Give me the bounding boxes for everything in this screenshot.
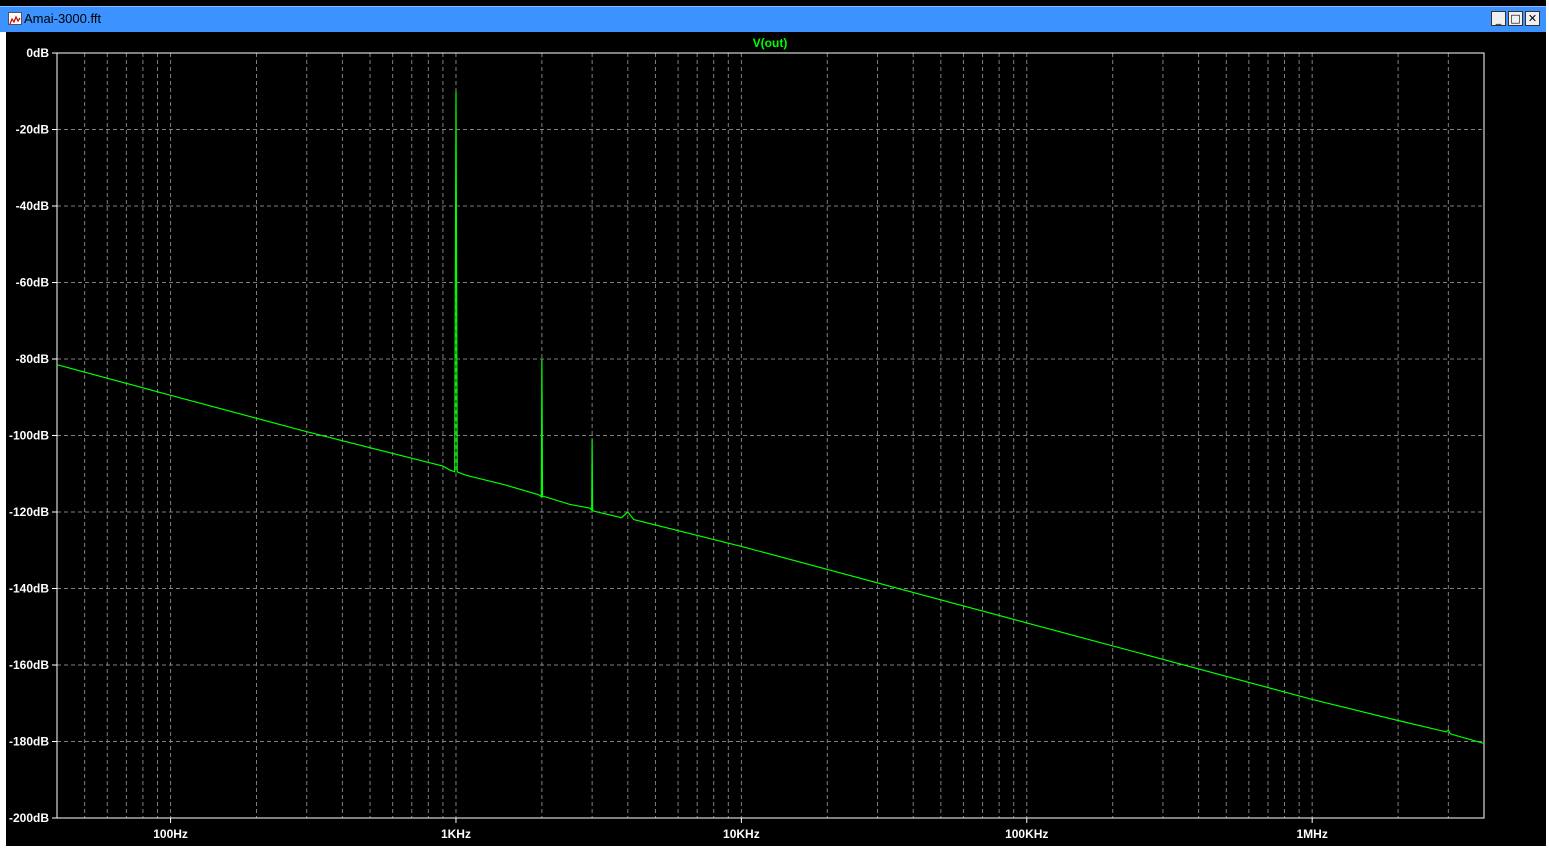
y-tick-label: -180dB <box>9 735 49 749</box>
y-tick-label: -100dB <box>9 429 49 443</box>
x-tick-label: 10KHz <box>723 827 760 841</box>
x-tick-label: 1MHz <box>1297 827 1328 841</box>
y-tick-label: 0dB <box>26 46 49 60</box>
series-line <box>56 91 1485 744</box>
window-bottom-border <box>0 846 1549 850</box>
y-tick-label: -120dB <box>9 505 49 519</box>
waveform-viewer-window: Amai-3000.fft _ □ ✕ 0dB -20dB -40dB -60dB -8… <box>0 0 1549 850</box>
y-tick-label: -160dB <box>9 658 49 672</box>
y-tick-label: -60dB <box>16 276 50 290</box>
x-tick-label: 100KHz <box>1005 827 1048 841</box>
x-axis: 100Hz 1KHz 10KHz 100KHz 1MHz <box>153 818 1328 841</box>
trace-title[interactable]: V(out) <box>753 36 788 50</box>
y-tick-label: -200dB <box>9 811 49 825</box>
x-tick-label: 100Hz <box>153 827 188 841</box>
y-tick-label: -20dB <box>16 123 50 137</box>
y-tick-label: -80dB <box>16 352 50 366</box>
trace-layer <box>56 91 1485 744</box>
fft-plot[interactable]: 0dB -20dB -40dB -60dB -80dB -100dB -120dB -140d… <box>0 0 1549 850</box>
x-tick-label: 1KHz <box>441 827 471 841</box>
grid <box>56 52 1485 819</box>
y-axis: 0dB -20dB -40dB -60dB -80dB -100dB -120dB -140d… <box>9 46 57 825</box>
window-left-border <box>0 32 6 850</box>
y-tick-label: -40dB <box>16 199 50 213</box>
y-tick-label: -140dB <box>9 582 49 596</box>
